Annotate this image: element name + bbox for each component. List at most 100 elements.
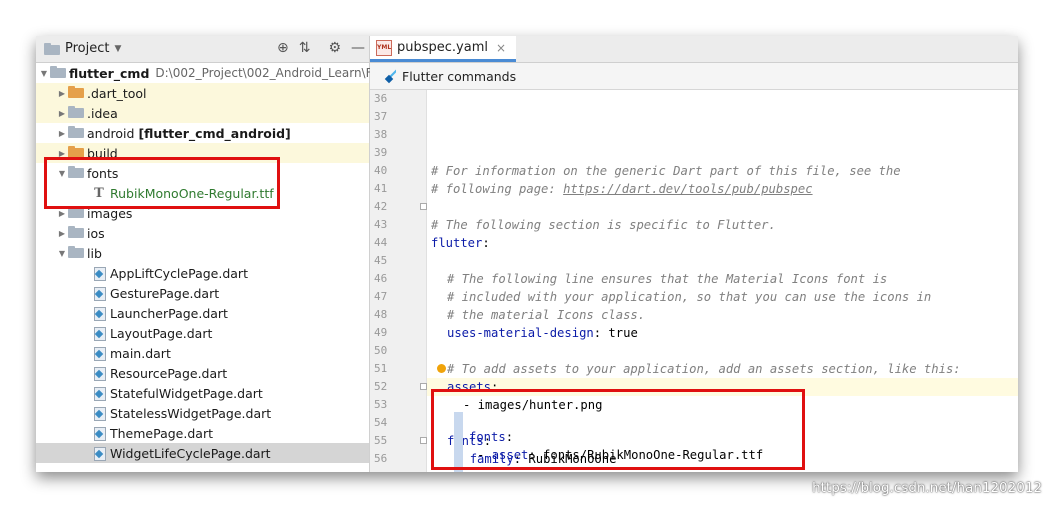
fold-marker-icon[interactable] — [420, 437, 427, 444]
line-number: 47 — [374, 290, 388, 303]
tree-item-label: .idea — [87, 105, 118, 121]
tree-item-file[interactable]: ThemePage.dart — [36, 423, 369, 443]
tree-item-file-selected[interactable]: WidgetLifeCyclePage.dart — [36, 443, 369, 463]
tree-item-path: D:\002_Project\002_Android_Learn\Flu — [155, 66, 384, 80]
code-line: # To add assets to your application, add… — [427, 360, 1018, 378]
chevron-down-icon[interactable]: ▼ — [38, 69, 50, 78]
tree-item-file[interactable]: GesturePage.dart — [36, 283, 369, 303]
line-number: 56 — [374, 452, 388, 465]
folder-icon — [68, 246, 84, 260]
flutter-commands-bar[interactable]: Flutter commands — [370, 63, 1018, 90]
tree-item-file[interactable]: LauncherPage.dart — [36, 303, 369, 323]
comment: # following page: — [431, 182, 564, 196]
code-line: uses-material-design: true — [427, 324, 1018, 342]
comment: # included with your application, so tha… — [447, 290, 932, 304]
line-number: 48 — [374, 308, 388, 321]
project-tree: ▼ flutter_cmd D:\002_Project\002_Android… — [36, 63, 384, 463]
annotation-box-fonts-folder — [44, 157, 280, 209]
tree-item-dart-tool[interactable]: ▶ .dart_tool — [36, 83, 369, 103]
lightbulb-icon[interactable] — [437, 364, 446, 373]
code-line: # The following section is specific to F… — [427, 216, 1018, 234]
flutter-commands-label[interactable]: Flutter commands — [402, 69, 516, 84]
tree-item-root[interactable]: ▼ flutter_cmd D:\002_Project\002_Android… — [36, 63, 384, 83]
yaml-value: true — [601, 326, 638, 340]
dart-file-icon — [94, 326, 106, 341]
tree-item-android[interactable]: ▶ android [flutter_cmd_android] — [36, 123, 369, 143]
code-line: # The following line ensures that the Ma… — [427, 270, 1018, 288]
comment: # For information on the generic Dart pa… — [431, 164, 901, 178]
chevron-right-icon[interactable]: ▶ — [56, 209, 68, 218]
dart-file-icon — [94, 286, 106, 301]
line-number: 49 — [374, 326, 388, 339]
tree-item-file[interactable]: StatelessWidgetPage.dart — [36, 403, 369, 423]
dart-file-icon — [94, 386, 106, 401]
yaml-file-icon: YML — [376, 39, 392, 56]
comment: # the material Icons class. — [447, 308, 646, 322]
tree-item-label: android — [87, 125, 135, 141]
tree-item-label: ios — [87, 225, 105, 241]
module-folder-icon — [68, 126, 84, 140]
tab-label: pubspec.yaml — [397, 40, 488, 55]
tree-item-ios[interactable]: ▶ ios — [36, 223, 369, 243]
close-icon[interactable]: × — [496, 41, 506, 55]
tree-item-file[interactable]: ResourcePage.dart — [36, 363, 369, 383]
project-panel: Project ▼ ⊕ ⇅ ⚙ — ▼ flutter_cmd D:\002_P… — [36, 36, 384, 472]
hide-icon[interactable]: — — [351, 40, 365, 56]
dart-file-icon — [94, 426, 106, 441]
tree-item-label: LayoutPage.dart — [110, 325, 213, 341]
folder-icon — [68, 86, 84, 100]
locate-icon[interactable]: ⊕ — [277, 40, 289, 56]
code-line: # following page: https://dart.dev/tools… — [427, 180, 1018, 198]
line-number: 54 — [374, 416, 388, 429]
line-number: 41 — [374, 182, 388, 195]
code-line: flutter: — [427, 234, 1018, 252]
tree-item-file[interactable]: LayoutPage.dart — [36, 323, 369, 343]
dart-file-icon — [94, 406, 106, 421]
line-number: 46 — [374, 272, 388, 285]
folder-icon — [68, 106, 84, 120]
flutter-icon — [384, 69, 396, 83]
project-view-selector[interactable]: Project ▼ — [44, 41, 121, 56]
chevron-right-icon[interactable]: ▶ — [56, 229, 68, 238]
docs-link[interactable]: https://dart.dev/tools/pub/pubspec — [563, 182, 812, 196]
line-number: 40 — [374, 164, 388, 177]
tree-item-label: LauncherPage.dart — [110, 305, 228, 321]
tree-item-label: AppLiftCyclePage.dart — [110, 265, 248, 281]
comment: # The following section is specific to F… — [431, 218, 776, 232]
fold-marker-icon[interactable] — [420, 203, 427, 210]
line-number: 39 — [374, 146, 388, 159]
project-panel-header: Project ▼ ⊕ ⇅ ⚙ — — [36, 36, 369, 63]
line-number: 44 — [374, 236, 388, 249]
editor-tab-bar: YML pubspec.yaml × — [370, 36, 1018, 63]
yaml-key: flutter — [431, 236, 483, 250]
comment: # The following line ensures that the Ma… — [447, 272, 888, 286]
tree-item-idea[interactable]: ▶ .idea — [36, 103, 369, 123]
tree-item-file[interactable]: StatefulWidgetPage.dart — [36, 383, 369, 403]
tree-item-lib[interactable]: ▼ lib — [36, 243, 369, 263]
colon: : — [593, 326, 602, 340]
comment: # To add assets to your application, add… — [447, 362, 961, 376]
line-number: 52 — [374, 380, 388, 393]
code-line: # included with your application, so tha… — [427, 288, 1018, 306]
chevron-right-icon[interactable]: ▶ — [56, 109, 68, 118]
line-number: 37 — [374, 110, 388, 123]
tree-item-file[interactable]: AppLiftCyclePage.dart — [36, 263, 369, 283]
tree-item-file[interactable]: main.dart — [36, 343, 369, 363]
collapse-icon[interactable]: ⇅ — [299, 40, 311, 56]
tree-item-label: ResourcePage.dart — [110, 365, 228, 381]
dart-file-icon — [94, 346, 106, 361]
chevron-right-icon[interactable]: ▶ — [56, 129, 68, 138]
code-line: # the material Icons class. — [427, 306, 1018, 324]
chevron-right-icon[interactable]: ▶ — [56, 89, 68, 98]
chevron-down-icon[interactable]: ▼ — [56, 249, 68, 258]
tree-item-module: [flutter_cmd_android] — [138, 125, 291, 141]
folder-icon — [68, 226, 84, 240]
code-line: # For information on the generic Dart pa… — [427, 162, 1018, 180]
dart-file-icon — [94, 306, 106, 321]
folder-icon — [44, 42, 60, 55]
fold-marker-icon[interactable] — [420, 383, 427, 390]
gear-icon[interactable]: ⚙ — [328, 40, 341, 56]
tree-item-label: ThemePage.dart — [110, 425, 213, 441]
yaml-key: uses-material-design — [447, 326, 594, 340]
tab-pubspec-yaml[interactable]: YML pubspec.yaml × — [370, 36, 517, 62]
